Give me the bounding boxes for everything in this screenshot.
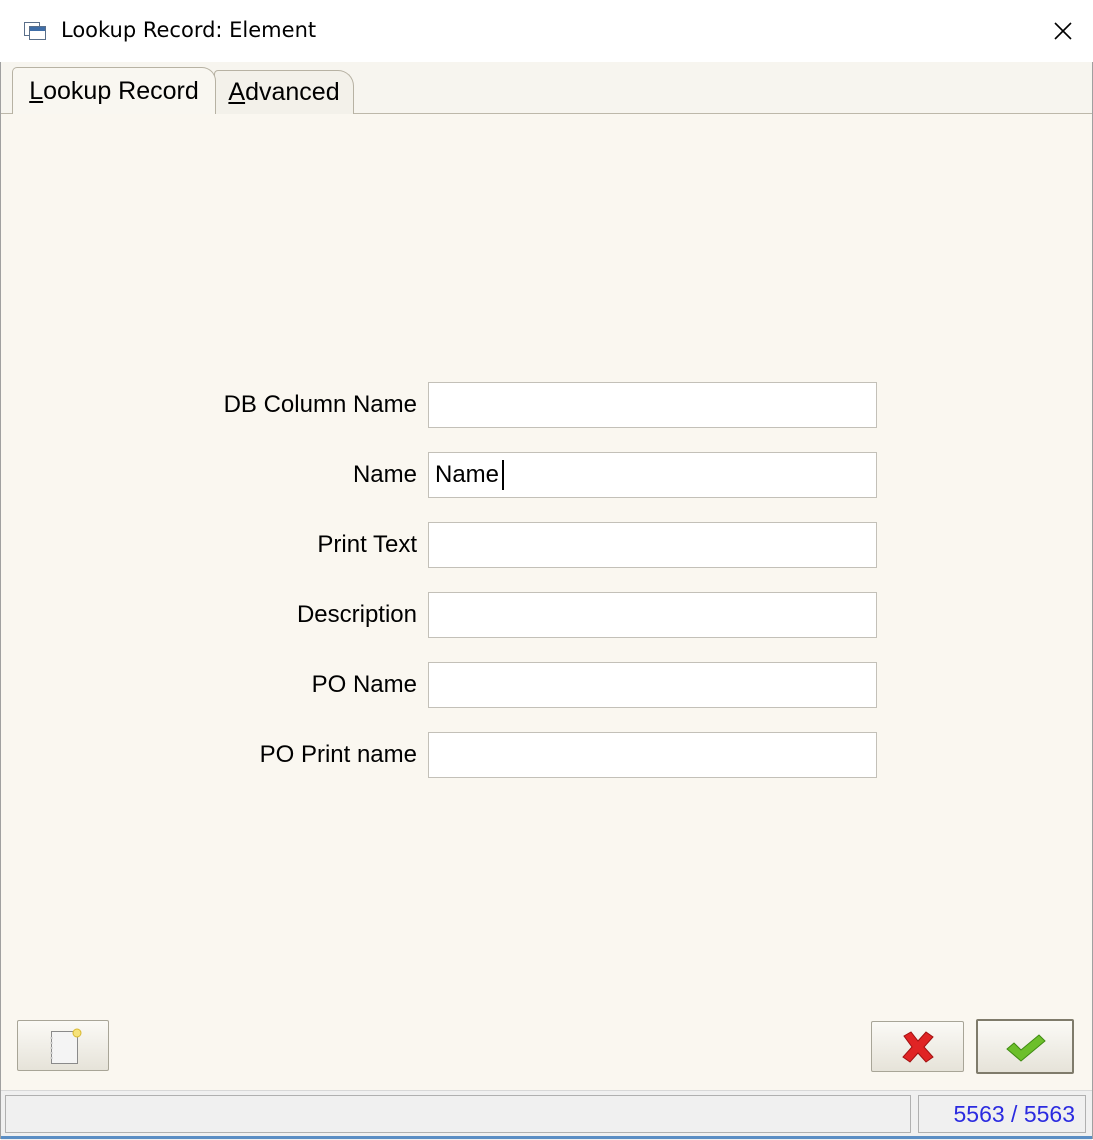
red-x-icon	[902, 1031, 934, 1063]
window-left-border	[0, 62, 1, 1139]
print-text-label: Print Text	[317, 531, 417, 558]
title-bar: Lookup Record: Element	[0, 0, 1093, 62]
db-column-name-label: DB Column Name	[223, 391, 417, 418]
tab-lookup-record[interactable]: Lookup Record	[12, 67, 216, 114]
text-caret	[502, 460, 504, 490]
cancel-button[interactable]	[871, 1021, 964, 1072]
description-field[interactable]	[428, 592, 877, 638]
db-column-name-field[interactable]	[428, 382, 877, 428]
po-print-name-field[interactable]	[428, 732, 877, 778]
record-counter: 5563 / 5563	[918, 1095, 1086, 1133]
ok-button[interactable]	[976, 1019, 1074, 1074]
description-label: Description	[296, 601, 417, 628]
close-icon	[1054, 22, 1072, 40]
po-print-name-label: PO Print name	[259, 741, 417, 768]
tab-advanced-label: Advanced	[228, 78, 340, 106]
tab-lookup-record-label: Lookup Record	[29, 76, 199, 105]
window-app-icon	[24, 22, 46, 40]
new-record-button[interactable]	[17, 1020, 109, 1071]
tab-advanced[interactable]: Advanced	[214, 70, 354, 114]
po-name-label: PO Name	[311, 671, 417, 698]
window-title: Lookup Record: Element	[61, 18, 317, 42]
print-text-field[interactable]	[428, 522, 877, 568]
name-field[interactable]	[428, 452, 877, 498]
status-message-panel	[5, 1095, 911, 1133]
new-document-icon	[50, 1028, 82, 1064]
green-check-icon	[1006, 1034, 1046, 1062]
po-name-field[interactable]	[428, 662, 877, 708]
name-label: Name	[352, 461, 417, 488]
close-button[interactable]	[1033, 0, 1093, 62]
